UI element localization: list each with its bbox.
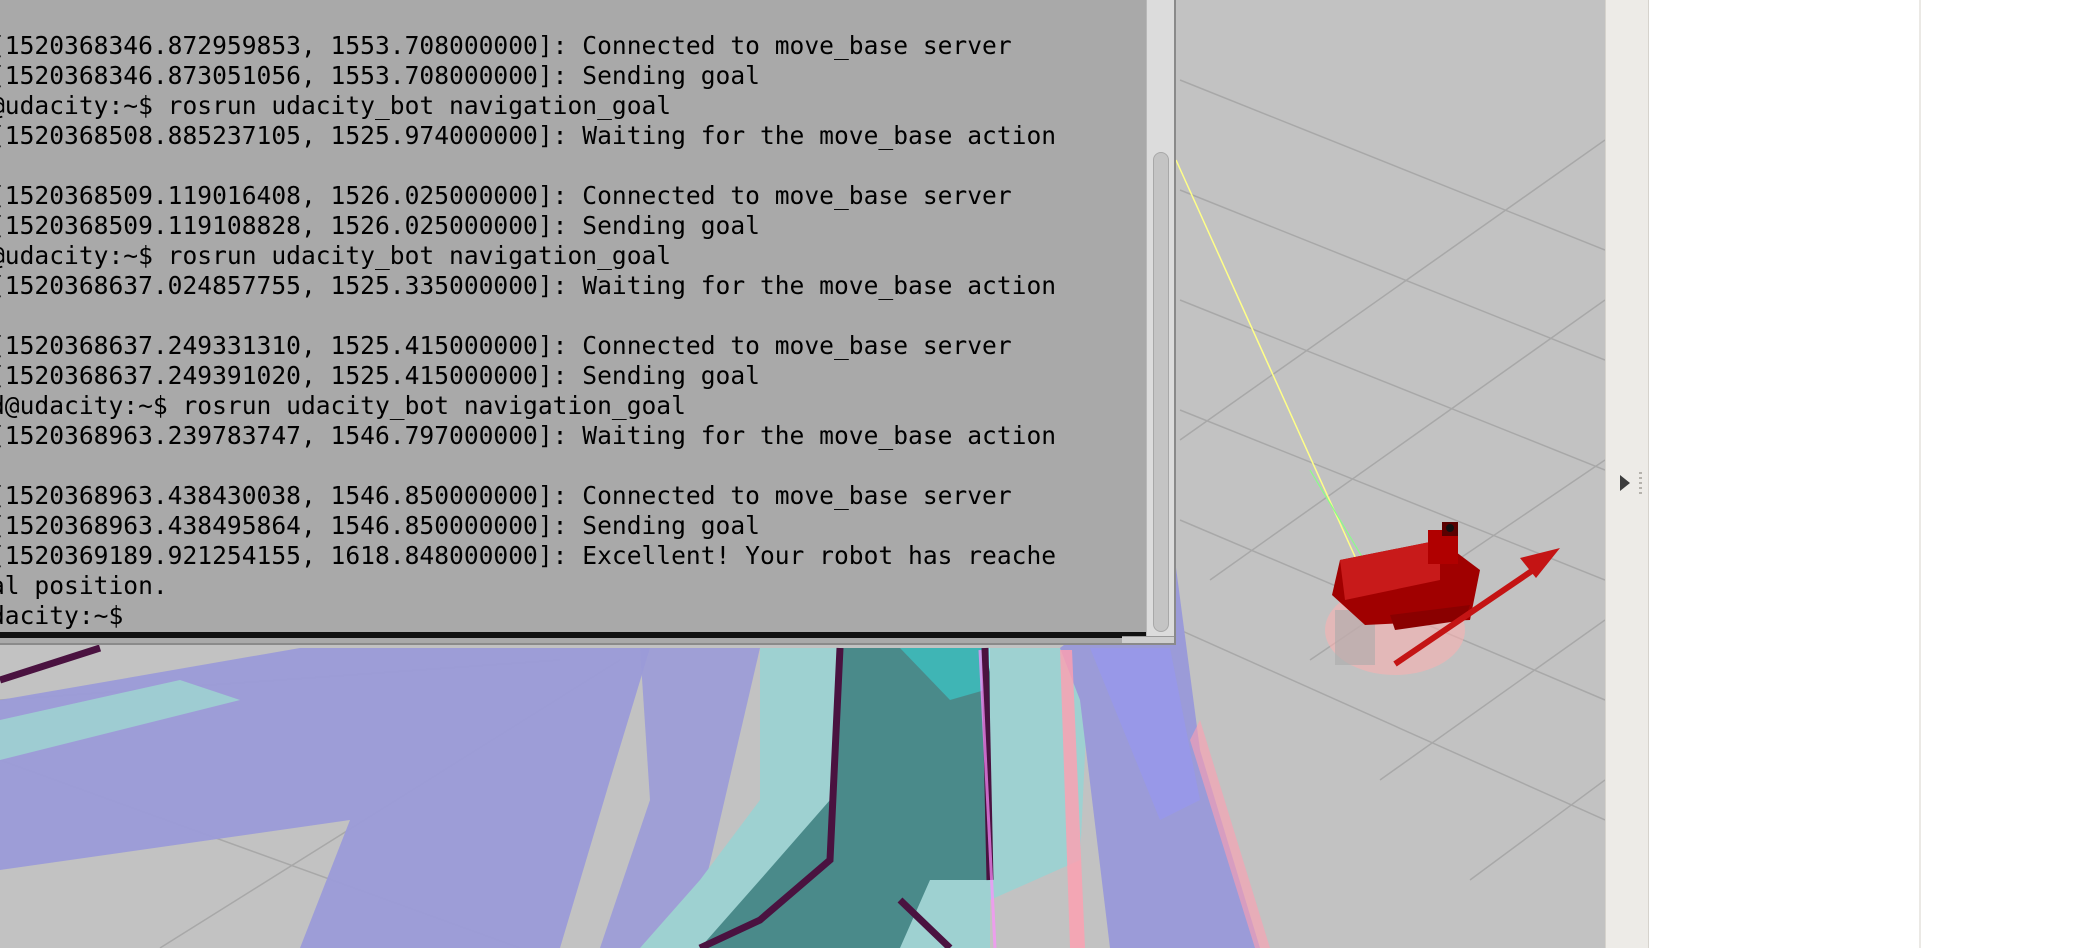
rviz-3d-viewport[interactable]: [1520368346.872959853, 1553.708000000]: … xyxy=(0,0,1605,948)
terminal-line: [1520368637.249391020, 1525.415000000]: … xyxy=(0,361,760,390)
terminal-line: d@udacity:~$ rosrun udacity_bot navigati… xyxy=(0,391,686,420)
terminal-output[interactable]: [1520368346.872959853, 1553.708000000]: … xyxy=(0,31,1146,631)
terminal-line: [1520368509.119108828, 1526.025000000]: … xyxy=(0,211,760,240)
splitter-grip-dots xyxy=(1639,472,1642,496)
terminal-line: [1520368963.239783747, 1546.797000000]: … xyxy=(0,421,1057,450)
side-panel xyxy=(1649,0,2100,948)
panel-divider xyxy=(1919,0,1921,948)
terminal-window[interactable]: [1520368346.872959853, 1553.708000000]: … xyxy=(0,0,1176,645)
terminal-line: [1520368509.119016408, 1526.025000000]: … xyxy=(0,181,1012,210)
panel-splitter[interactable] xyxy=(1605,0,1649,948)
terminal-line: [1520368346.873051056, 1553.708000000]: … xyxy=(0,61,760,90)
terminal-line: @udacity:~$ rosrun udacity_bot navigatio… xyxy=(0,241,672,270)
triangle-right-icon[interactable] xyxy=(1620,475,1630,491)
terminal-line: [1520368963.438430038, 1546.850000000]: … xyxy=(0,481,1012,510)
terminal-line: al position. xyxy=(0,571,168,600)
terminal-line: [1520368346.872959853, 1553.708000000]: … xyxy=(0,31,1012,60)
terminal-line: [1520368963.438495864, 1546.850000000]: … xyxy=(0,511,760,540)
terminal-resize-grip[interactable] xyxy=(1122,636,1174,643)
terminal-scroll-thumb[interactable] xyxy=(1153,152,1169,632)
terminal-line: [1520368637.249331310, 1525.415000000]: … xyxy=(0,331,1012,360)
terminal-bottom-border xyxy=(0,632,1146,638)
terminal-line: [1520368637.024857755, 1525.335000000]: … xyxy=(0,271,1057,300)
terminal-scrollbar[interactable] xyxy=(1146,0,1174,641)
terminal-line: [1520368508.885237105, 1525.974000000]: … xyxy=(0,121,1057,150)
terminal-line: @udacity:~$ rosrun udacity_bot navigatio… xyxy=(0,91,672,120)
terminal-line: [1520369189.921254155, 1618.848000000]: … xyxy=(0,541,1057,570)
terminal-prompt[interactable]: dacity:~$ xyxy=(0,601,1146,631)
